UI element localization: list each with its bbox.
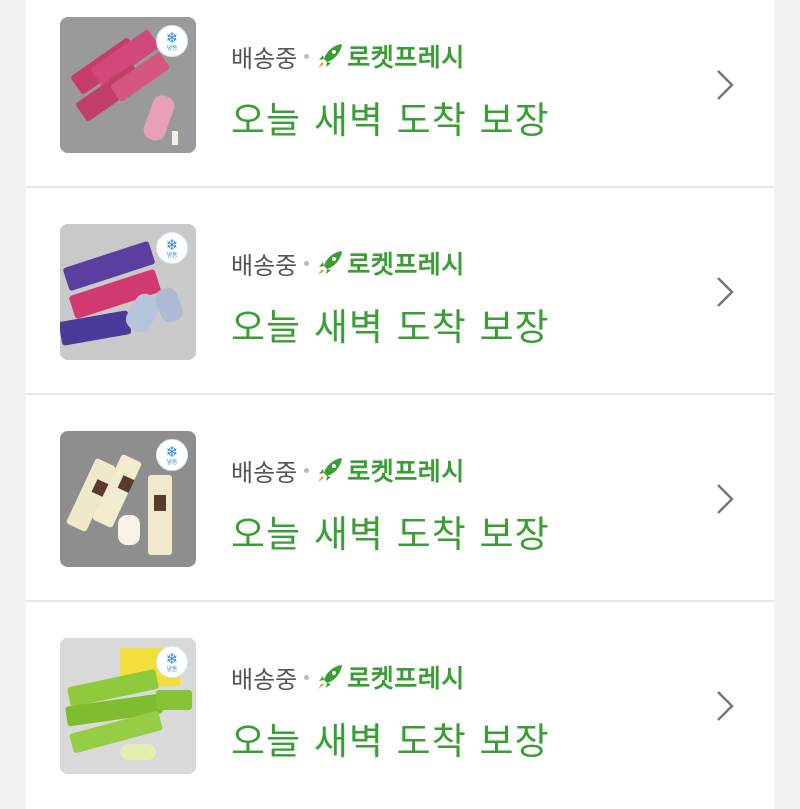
- delivery-promise: 오늘 새벽 도착 보장: [231, 306, 550, 349]
- frozen-badge: ❄ 냉동: [156, 232, 188, 264]
- separator-dot: [304, 674, 310, 680]
- chevron-right-icon[interactable]: [714, 689, 736, 723]
- separator-dot: [304, 53, 310, 59]
- snowflake-icon: ❄: [165, 649, 179, 668]
- delivery-promise: 오늘 새벽 도착 보장: [231, 99, 550, 142]
- product-image: ❄ 냉동: [60, 638, 196, 774]
- frozen-badge: ❄ 냉동: [156, 439, 188, 471]
- rocket-icon: [318, 251, 343, 275]
- product-image: ❄ 냉동: [60, 224, 196, 360]
- order-row[interactable]: ❄ 냉동 배송중 로켓프레시 오늘 새벽 도착 보장: [26, 189, 774, 395]
- status-text: 배송중: [231, 665, 298, 694]
- delivery-status: 배송중 로켓프레시: [231, 452, 465, 488]
- frozen-label: 냉동: [166, 44, 178, 52]
- rocket-icon: [318, 665, 343, 689]
- frozen-label: 냉동: [166, 458, 178, 466]
- snowflake-icon: ❄: [165, 28, 179, 47]
- product-image: ❄ 냉동: [60, 17, 196, 153]
- rocket-icon: [318, 44, 343, 68]
- rocket-fresh-label: 로켓프레시: [347, 664, 465, 693]
- rocket-icon: [318, 458, 343, 482]
- status-text: 배송중: [231, 251, 298, 280]
- status-text: 배송중: [231, 458, 298, 487]
- delivery-status: 배송중 로켓프레시: [231, 245, 465, 281]
- separator-dot: [304, 467, 310, 473]
- snowflake-icon: ❄: [165, 235, 179, 254]
- delivery-status: 배송중 로켓프레시: [231, 38, 465, 74]
- rocket-fresh-label: 로켓프레시: [347, 43, 465, 72]
- row-divider: [26, 393, 774, 395]
- delivery-promise: 오늘 새벽 도착 보장: [231, 720, 550, 763]
- chevron-right-icon[interactable]: [714, 482, 736, 516]
- frozen-label: 냉동: [166, 665, 178, 673]
- order-row[interactable]: ❄ 냉동 배송중 로켓프레시 오늘 새벽 도착 보장: [26, 396, 774, 602]
- status-text: 배송중: [231, 44, 298, 73]
- frozen-badge: ❄ 냉동: [156, 646, 188, 678]
- delivery-promise: 오늘 새벽 도착 보장: [231, 513, 550, 556]
- product-image: ❄ 냉동: [60, 431, 196, 567]
- rocket-fresh-label: 로켓프레시: [347, 457, 465, 486]
- row-divider: [26, 186, 774, 188]
- order-row[interactable]: ❄ 냉동 배송중 로켓프레시 오늘 새벽 도착 보장: [26, 0, 774, 188]
- chevron-right-icon[interactable]: [714, 68, 736, 102]
- order-list: ❄ 냉동 배송중 로켓프레시 오늘 새벽 도착 보장 ❄ 냉동 배송중 로켓프레…: [26, 0, 774, 809]
- frozen-badge: ❄ 냉동: [156, 25, 188, 57]
- frozen-label: 냉동: [166, 251, 178, 259]
- row-divider: [26, 600, 774, 602]
- chevron-right-icon[interactable]: [714, 275, 736, 309]
- snowflake-icon: ❄: [165, 442, 179, 461]
- rocket-fresh-label: 로켓프레시: [347, 250, 465, 279]
- separator-dot: [304, 260, 310, 266]
- delivery-status: 배송중 로켓프레시: [231, 659, 465, 695]
- order-row[interactable]: ❄ 냉동 배송중 로켓프레시 오늘 새벽 도착 보장: [26, 603, 774, 809]
